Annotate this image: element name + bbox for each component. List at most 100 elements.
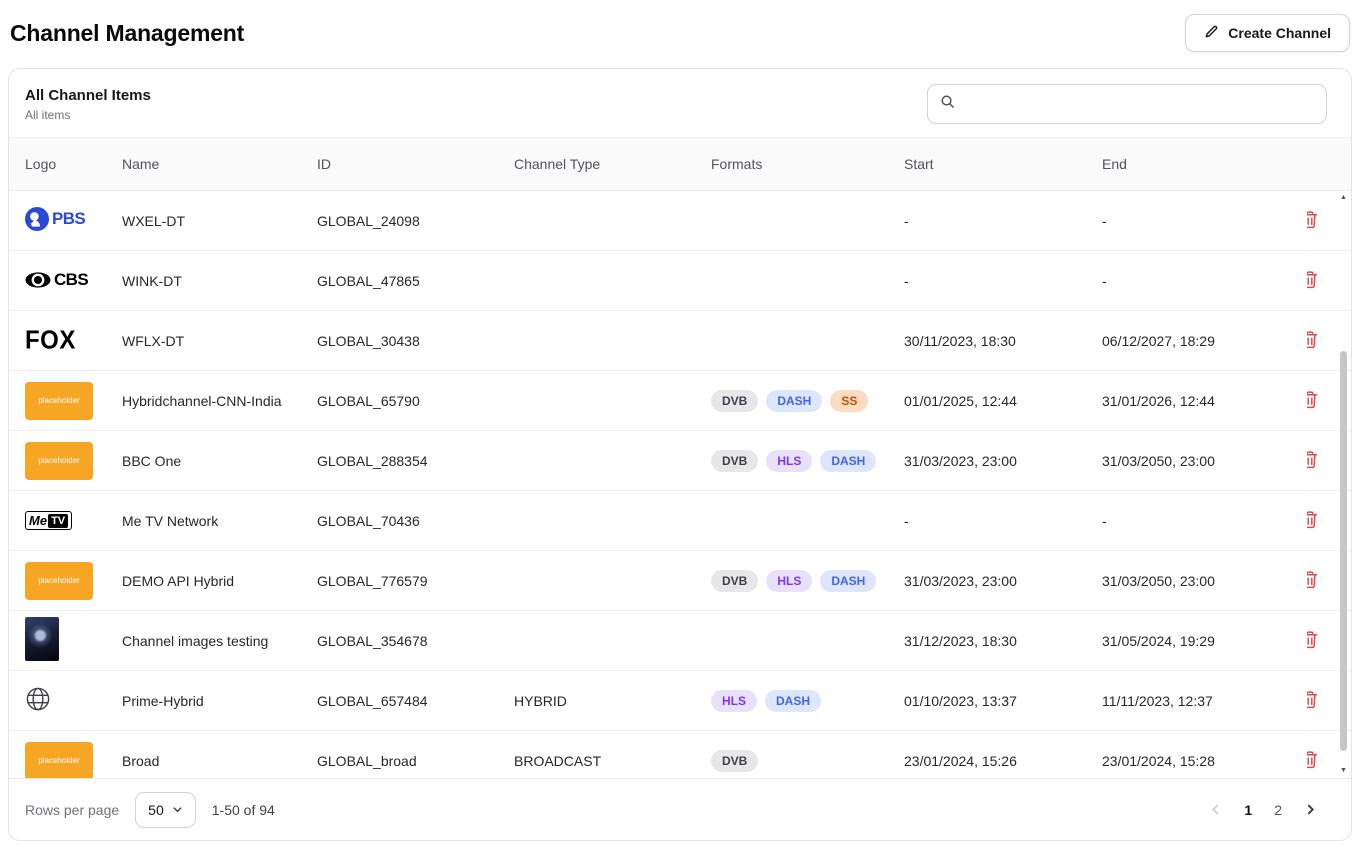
table-row[interactable]: MeTVMe TV NetworkGLOBAL_70436-- (9, 491, 1351, 551)
placeholder-logo: placeholder (25, 382, 93, 420)
channel-logo-cell: placeholder (25, 742, 122, 779)
placeholder-logo: placeholder (25, 442, 93, 480)
table-row[interactable]: placeholder Hybridchannel-CNN-IndiaGLOBAL… (9, 371, 1351, 431)
create-channel-button[interactable]: Create Channel (1185, 14, 1350, 52)
format-badge-dash: DASH (820, 570, 876, 592)
column-header-channel-type: Channel Type (514, 156, 711, 172)
search-input[interactable] (963, 96, 1314, 112)
channel-start: 30/11/2023, 18:30 (904, 333, 1102, 349)
delete-channel-button[interactable] (1307, 506, 1323, 536)
table-footer: Rows per page 50 1-50 of 94 1 2 (9, 778, 1351, 840)
delete-channel-button[interactable] (1307, 746, 1323, 776)
panel-titles: All Channel Items All items (25, 87, 151, 122)
format-badge-dash: DASH (766, 390, 822, 412)
page-number-1[interactable]: 1 (1236, 796, 1260, 824)
delete-channel-button[interactable] (1307, 446, 1323, 476)
column-header-end: End (1102, 156, 1307, 172)
page-number-2[interactable]: 2 (1266, 796, 1290, 824)
channel-name: Broad (122, 753, 317, 769)
trash-icon (1307, 217, 1319, 232)
channel-end: - (1102, 513, 1307, 529)
channel-start: 31/12/2023, 18:30 (904, 633, 1102, 649)
scrollbar-thumb[interactable] (1340, 351, 1347, 751)
channel-formats: DVBHLSDASH (711, 450, 904, 472)
search-box[interactable] (927, 84, 1327, 124)
previous-page-button[interactable] (1201, 797, 1230, 822)
scrollbar-up-arrow[interactable]: ▲ (1340, 193, 1347, 203)
table-body: PBSWXEL-DTGLOBAL_24098--CBSWINK-DTGLOBAL… (9, 191, 1351, 778)
create-channel-label: Create Channel (1228, 25, 1331, 41)
delete-channel-button[interactable] (1307, 686, 1323, 716)
table-row[interactable]: placeholderBBC OneGLOBAL_288354DVBHLSDAS… (9, 431, 1351, 491)
channel-name: WINK-DT (122, 273, 317, 289)
footer-left: Rows per page 50 1-50 of 94 (25, 792, 275, 828)
vertical-scrollbar[interactable]: ▲ ▼ (1337, 193, 1350, 776)
column-header-formats: Formats (711, 156, 904, 172)
channel-logo-cell: MeTV (25, 511, 122, 530)
table-row[interactable]: CBSWINK-DTGLOBAL_47865-- (9, 251, 1351, 311)
channel-logo-cell: placeholder (25, 562, 122, 600)
channel-start: 31/03/2023, 23:00 (904, 453, 1102, 469)
channel-management-page: Channel Management Create Channel All Ch… (0, 0, 1360, 846)
trash-icon (1307, 397, 1319, 412)
channel-id: GLOBAL_47865 (317, 273, 514, 289)
delete-channel-button[interactable] (1307, 566, 1323, 596)
channel-end: - (1102, 273, 1307, 289)
scrollbar-down-arrow[interactable]: ▼ (1340, 766, 1347, 776)
globe-icon (25, 686, 51, 712)
channel-id: GLOBAL_288354 (317, 453, 514, 469)
panel-subtitle: All items (25, 108, 151, 122)
channel-id: GLOBAL_24098 (317, 213, 514, 229)
next-page-button[interactable] (1296, 797, 1325, 822)
table-row[interactable]: PBSWXEL-DTGLOBAL_24098-- (9, 191, 1351, 251)
page-title: Channel Management (10, 20, 244, 47)
trash-icon (1307, 337, 1319, 352)
metv-logo: MeTV (25, 511, 72, 530)
table-row[interactable]: Prime-HybridGLOBAL_657484HYBRIDHLSDASH01… (9, 671, 1351, 731)
channel-start: - (904, 513, 1102, 529)
channel-end: 31/03/2050, 23:00 (1102, 573, 1307, 589)
channel-logo-cell (25, 617, 122, 664)
rows-per-page-select[interactable]: 50 (135, 792, 196, 828)
channel-logo-cell: FOX (25, 327, 122, 355)
channel-name: Hybridchannel-CNN-India (122, 393, 317, 409)
trash-icon (1307, 577, 1319, 592)
trash-icon (1307, 757, 1319, 772)
channel-formats: DVB (711, 750, 904, 772)
table-row[interactable]: Channel images testingGLOBAL_35467831/12… (9, 611, 1351, 671)
channel-id: GLOBAL_65790 (317, 393, 514, 409)
cbs-eye-icon (25, 272, 51, 288)
trash-icon (1307, 457, 1319, 472)
trash-icon (1307, 637, 1319, 652)
delete-channel-button[interactable] (1307, 266, 1323, 296)
channel-start: - (904, 213, 1102, 229)
delete-channel-button[interactable] (1307, 326, 1323, 356)
column-header-id: ID (317, 156, 514, 172)
channel-end: 06/12/2027, 18:29 (1102, 333, 1307, 349)
scrollbar-track[interactable] (1337, 203, 1350, 766)
table-row[interactable]: placeholderBroadGLOBAL_broadBROADCASTDVB… (9, 731, 1351, 778)
trash-icon (1307, 697, 1319, 712)
fox-logo: FOX (25, 327, 76, 355)
delete-channel-button[interactable] (1307, 206, 1323, 236)
channel-name: DEMO API Hybrid (122, 573, 317, 589)
delete-channel-button[interactable] (1307, 626, 1323, 656)
format-badge-dvb: DVB (711, 570, 758, 592)
table-row[interactable]: placeholderDEMO API HybridGLOBAL_776579D… (9, 551, 1351, 611)
column-header-logo: Logo (25, 156, 122, 172)
channel-end: 11/11/2023, 12:37 (1102, 693, 1307, 709)
channel-name: Me TV Network (122, 513, 317, 529)
panel-title: All Channel Items (25, 87, 151, 104)
format-badge-dvb: DVB (711, 390, 758, 412)
pagination-range-text: 1-50 of 94 (212, 802, 275, 818)
channel-start: 31/03/2023, 23:00 (904, 573, 1102, 589)
column-header-name: Name (122, 156, 317, 172)
channel-start: 01/10/2023, 13:37 (904, 693, 1102, 709)
table-row[interactable]: FOXWFLX-DTGLOBAL_3043830/11/2023, 18:300… (9, 311, 1351, 371)
table-rows-container: PBSWXEL-DTGLOBAL_24098--CBSWINK-DTGLOBAL… (9, 191, 1351, 778)
format-badge-dash: DASH (820, 450, 876, 472)
delete-channel-button[interactable] (1307, 386, 1323, 416)
table-header-row: Logo Name ID Channel Type Formats Start … (9, 137, 1351, 191)
channel-end: - (1102, 213, 1307, 229)
channel-start: 01/01/2025, 12:44 (904, 393, 1102, 409)
